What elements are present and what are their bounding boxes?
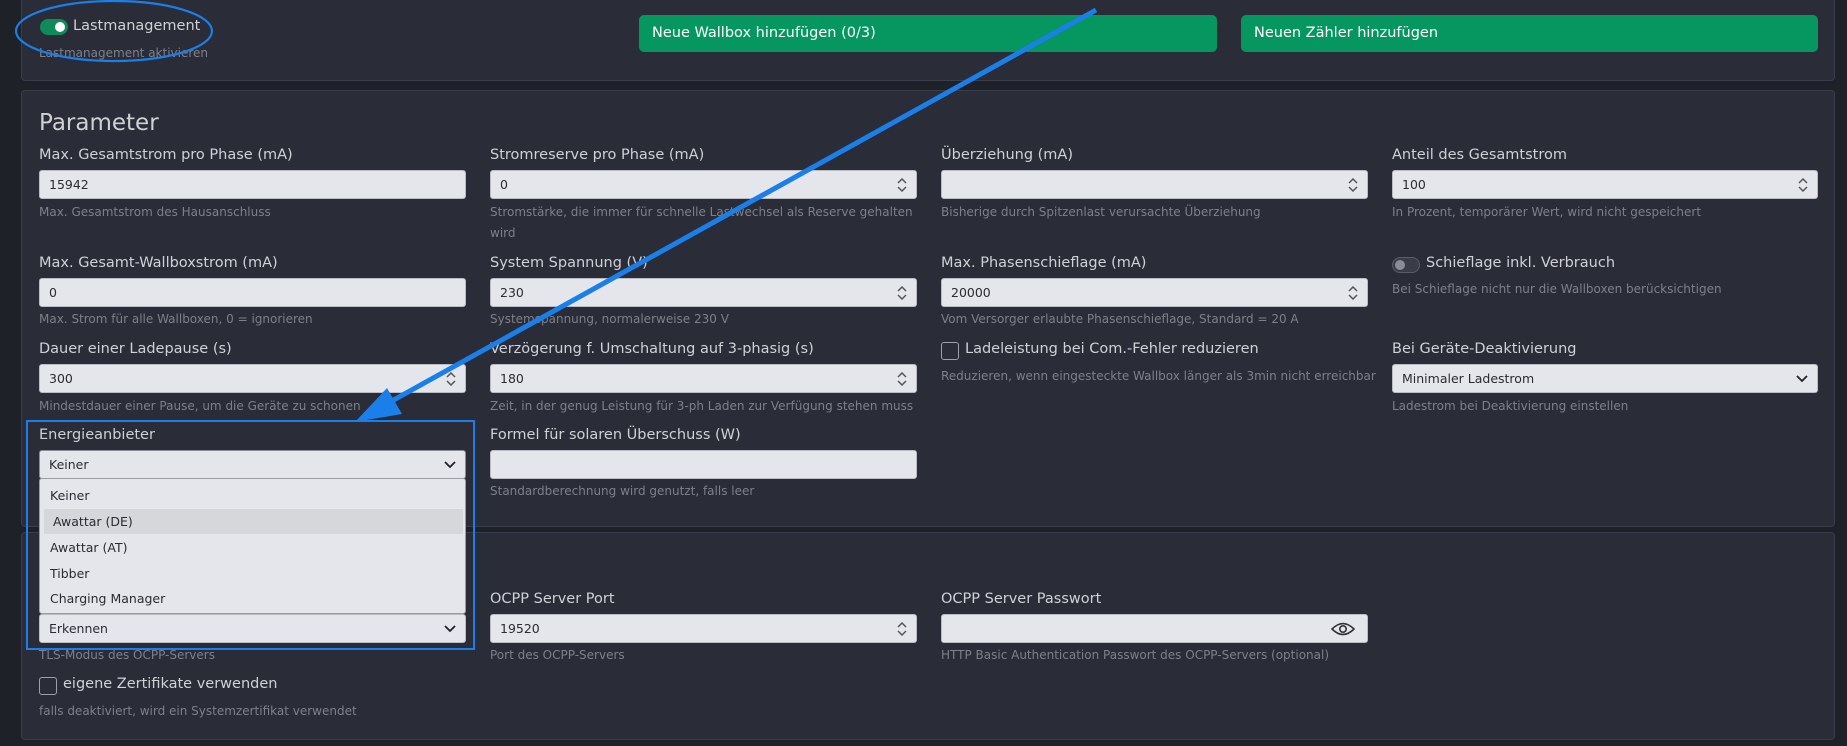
- pause-duration-value: 300: [49, 371, 73, 386]
- total-share-value: 100: [1402, 177, 1426, 192]
- current-reserve-help: Stromstärke, die immer für schnelle Last…: [490, 205, 913, 240]
- lastmanagement-help: Lastmanagement aktivieren: [39, 46, 209, 60]
- max-phase-imbalance-value: 20000: [951, 285, 991, 300]
- switch-delay-value: 180: [500, 371, 524, 386]
- chevron-down-icon: [444, 625, 456, 633]
- ocpp-password-label: OCPP Server Passwort: [941, 591, 1102, 607]
- switch-delay-input[interactable]: 180: [490, 364, 917, 393]
- max-wallbox-current-input[interactable]: 0: [39, 278, 466, 307]
- energy-provider-dropdown: Keiner Awattar (DE) Awattar (AT) Tibber …: [39, 478, 466, 614]
- tls-mode-value: Erkennen: [49, 621, 108, 636]
- overdraw-label: Überziehung (mA): [941, 147, 1074, 163]
- imbalance-incl-toggle[interactable]: [1392, 257, 1420, 273]
- dropdown-option[interactable]: Awattar (AT): [41, 535, 466, 560]
- pause-duration-label: Dauer einer Ladepause (s): [39, 341, 232, 357]
- toggle-knob: [55, 22, 65, 32]
- dropdown-option[interactable]: Keiner: [41, 483, 466, 508]
- max-total-current-input[interactable]: 15942: [39, 170, 466, 199]
- lastmanagement-label: Lastmanagement: [73, 18, 201, 34]
- spinner-arrows-icon[interactable]: [897, 286, 907, 300]
- spinner-arrows-icon[interactable]: [897, 178, 907, 192]
- ocpp-password-input[interactable]: [941, 614, 1368, 643]
- energy-provider-label: Energieanbieter: [39, 427, 155, 443]
- spinner-arrows-icon[interactable]: [1348, 286, 1358, 300]
- dropdown-option[interactable]: Awattar (DE): [44, 509, 463, 534]
- dropdown-option[interactable]: Charging Manager: [41, 586, 466, 611]
- parameter-title: Parameter: [39, 110, 159, 136]
- overdraw-input[interactable]: [941, 170, 1368, 199]
- imbalance-incl-help: Bei Schieflage nicht nur die Wallboxen b…: [1392, 282, 1722, 296]
- max-total-current-help: Max. Gesamtstrom des Hausanschluss: [39, 205, 271, 219]
- spinner-arrows-icon[interactable]: [897, 622, 907, 636]
- max-wallbox-current-label: Max. Gesamt-Wallboxstrom (mA): [39, 255, 278, 271]
- total-share-help: In Prozent, temporärer Wert, wird nicht …: [1392, 205, 1702, 219]
- ocpp-password-help: HTTP Basic Authentication Passwort des O…: [941, 648, 1330, 662]
- max-phase-imbalance-input[interactable]: 20000: [941, 278, 1368, 307]
- device-deactivation-label: Bei Geräte-Deaktivierung: [1392, 341, 1577, 357]
- own-certs-label: eigene Zertifikate verwenden: [63, 676, 278, 692]
- current-reserve-label: Stromreserve pro Phase (mA): [490, 147, 705, 163]
- current-reserve-input[interactable]: 0: [490, 170, 917, 199]
- ocpp-port-label: OCPP Server Port: [490, 591, 615, 607]
- switch-delay-label: Verzögerung f. Umschaltung auf 3-phasig …: [490, 341, 814, 357]
- max-total-current-label: Max. Gesamtstrom pro Phase (mA): [39, 147, 293, 163]
- system-voltage-label: System Spannung (V): [490, 255, 648, 271]
- reduce-on-error-help: Reduzieren, wenn eingesteckte Wallbox lä…: [941, 369, 1376, 383]
- device-deactivation-select[interactable]: Minimaler Ladestrom: [1392, 364, 1818, 393]
- pause-duration-input[interactable]: 300: [39, 364, 466, 393]
- overdraw-help: Bisherige durch Spitzenlast verursachte …: [941, 205, 1261, 219]
- device-deactivation-help: Ladestrom bei Deaktivierung einstellen: [1392, 399, 1629, 413]
- add-wallbox-button[interactable]: Neue Wallbox hinzufügen (0/3): [639, 15, 1217, 52]
- imbalance-incl-label: Schieflage inkl. Verbrauch: [1426, 255, 1616, 271]
- own-certs-help: falls deaktiviert, wird ein Systemzertif…: [39, 704, 357, 718]
- ocpp-port-input[interactable]: 19520: [490, 614, 917, 643]
- solar-formula-input[interactable]: [490, 450, 917, 479]
- total-share-label: Anteil des Gesamtstrom: [1392, 147, 1567, 163]
- spinner-arrows-icon[interactable]: [897, 372, 907, 386]
- pause-duration-help: Mindestdauer einer Pause, um die Geräte …: [39, 399, 361, 413]
- reduce-on-error-label: Ladeleistung bei Com.-Fehler reduzieren: [965, 341, 1259, 357]
- ocpp-port-value: 19520: [500, 621, 540, 636]
- switch-delay-help: Zeit, in der genug Leistung für 3-ph Lad…: [490, 399, 914, 413]
- max-phase-imbalance-label: Max. Phasenschieflage (mA): [941, 255, 1147, 271]
- dropdown-option[interactable]: Tibber: [41, 561, 466, 586]
- eye-icon[interactable]: [1331, 622, 1355, 636]
- solar-formula-help: Standardberechnung wird genutzt, falls l…: [490, 484, 755, 498]
- spinner-arrows-icon[interactable]: [1348, 178, 1358, 192]
- lastmanagement-toggle[interactable]: [40, 19, 68, 35]
- tls-mode-help: TLS-Modus des OCPP-Servers: [39, 648, 215, 662]
- system-voltage-help: Systemspannung, normalerweise 230 V: [490, 312, 729, 326]
- energy-provider-select[interactable]: Keiner: [39, 450, 466, 479]
- add-meter-button[interactable]: Neuen Zähler hinzufügen: [1241, 15, 1818, 52]
- solar-formula-label: Formel für solaren Überschuss (W): [490, 427, 741, 443]
- total-share-input[interactable]: 100: [1392, 170, 1818, 199]
- device-deactivation-value: Minimaler Ladestrom: [1402, 371, 1535, 386]
- ocpp-port-help: Port des OCPP-Servers: [490, 648, 625, 662]
- spinner-arrows-icon[interactable]: [1798, 178, 1808, 192]
- toggle-knob: [1395, 260, 1405, 270]
- tls-mode-select[interactable]: Erkennen: [39, 614, 466, 643]
- system-voltage-value: 230: [500, 285, 524, 300]
- energy-provider-value: Keiner: [49, 457, 89, 472]
- chevron-down-icon: [1796, 375, 1808, 383]
- max-wallbox-current-help: Max. Strom für alle Wallboxen, 0 = ignor…: [39, 312, 313, 326]
- reduce-on-error-checkbox[interactable]: [941, 342, 959, 360]
- system-voltage-input[interactable]: 230: [490, 278, 917, 307]
- spinner-arrows-icon[interactable]: [446, 372, 456, 386]
- current-reserve-value: 0: [500, 177, 508, 192]
- max-phase-imbalance-help: Vom Versorger erlaubte Phasenschieflage,…: [941, 312, 1299, 326]
- own-certs-checkbox[interactable]: [39, 677, 57, 695]
- chevron-down-icon: [444, 461, 456, 469]
